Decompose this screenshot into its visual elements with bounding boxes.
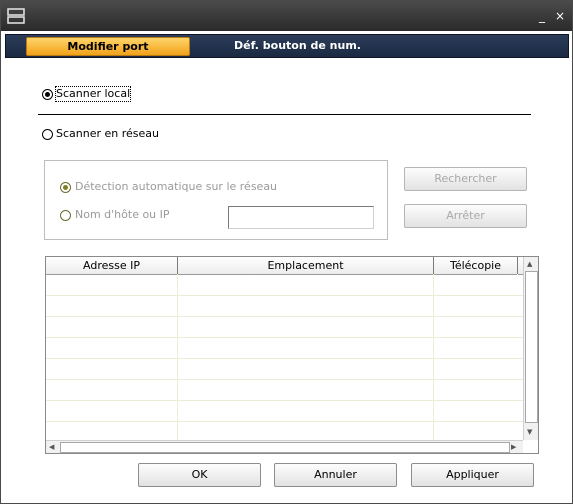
scroll-right-icon[interactable]: ▶ [511, 442, 516, 452]
dialog-window: _ × Modifier port Déf. bouton de num. Sc… [0, 0, 573, 504]
scroll-down-icon[interactable]: ▼ [527, 427, 532, 437]
column-header-adresse-ip[interactable]: Adresse IP [46, 257, 177, 275]
table-row[interactable] [46, 400, 523, 401]
stop-button[interactable]: Arrêter [404, 204, 527, 228]
auto-detect-label: Détection automatique sur le réseau [75, 180, 278, 193]
vertical-scroll-thumb[interactable] [525, 271, 538, 423]
scroll-left-icon[interactable]: ◀ [49, 442, 54, 452]
column-header-emplacement[interactable]: Emplacement [178, 257, 433, 275]
horizontal-scroll-thumb[interactable] [60, 442, 510, 453]
cancel-button[interactable]: Annuler [274, 463, 397, 487]
scanner-list-table[interactable]: Adresse IP Emplacement Télécopie ▲ ▼ ◀ ▶ [45, 256, 539, 454]
hostname-input[interactable] [228, 206, 374, 229]
scanner-local-label[interactable]: Scanner local [54, 86, 132, 102]
horizontal-scrollbar[interactable]: ◀ ▶ [46, 440, 523, 453]
search-button[interactable]: Rechercher [404, 167, 527, 191]
table-row[interactable] [46, 379, 523, 380]
hostname-label: Nom d'hôte ou IP [75, 208, 170, 221]
apply-button[interactable]: Appliquer [411, 463, 534, 487]
ok-button[interactable]: OK [138, 463, 261, 487]
vertical-scrollbar[interactable]: ▲ ▼ [523, 257, 538, 440]
table-row[interactable] [46, 337, 523, 338]
table-row[interactable] [46, 421, 523, 422]
tab-def-bouton-num[interactable]: Déf. bouton de num. [234, 37, 384, 54]
column-header-telecopie[interactable]: Télécopie [434, 257, 517, 275]
hostname-radio[interactable] [60, 210, 71, 221]
title-bar: _ × [1, 1, 572, 31]
separator [38, 114, 531, 115]
scanner-reseau-label[interactable]: Scanner en réseau [56, 127, 159, 141]
grid-column-line [433, 274, 434, 440]
scroll-up-icon[interactable]: ▲ [527, 259, 532, 269]
tab-bar: Modifier port Déf. bouton de num. [5, 34, 569, 58]
tab-modifier-port[interactable]: Modifier port [26, 37, 190, 56]
table-row[interactable] [46, 358, 523, 359]
scanner-icon [7, 8, 25, 24]
table-row[interactable] [46, 316, 523, 317]
grid-column-line [177, 274, 178, 440]
table-row[interactable] [46, 295, 523, 296]
scanner-local-radio[interactable] [42, 89, 53, 100]
scanner-reseau-radio[interactable] [42, 129, 53, 140]
close-button[interactable]: × [553, 9, 567, 23]
auto-detect-radio[interactable] [60, 182, 71, 193]
minimize-button[interactable]: _ [535, 9, 549, 23]
